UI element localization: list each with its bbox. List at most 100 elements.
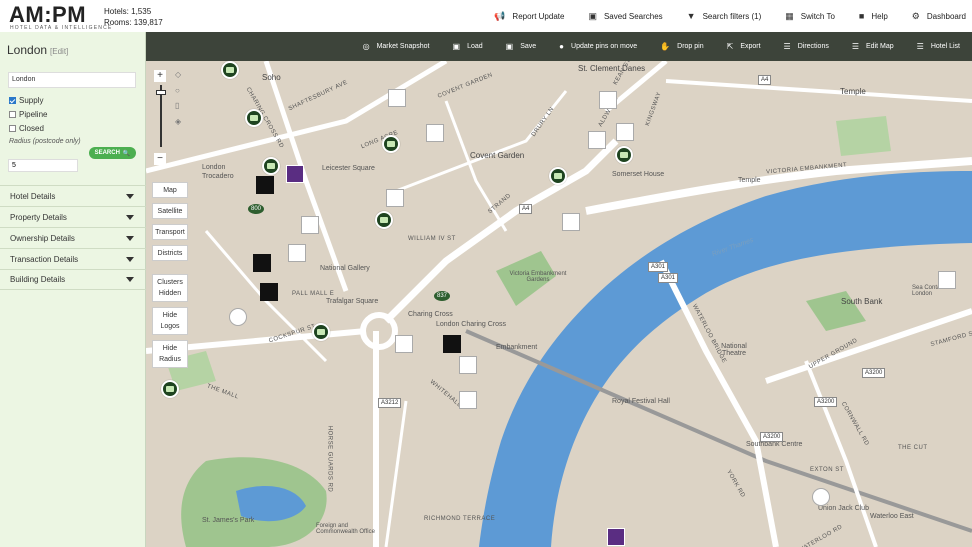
checkbox-checked[interactable] [9, 97, 16, 104]
hotel-logo-marker[interactable] [812, 488, 830, 506]
switch-to-link[interactable]: ▦ Switch To [785, 11, 835, 22]
search-button[interactable]: SEARCH 🔍 [89, 147, 136, 159]
radius-input[interactable]: 5 [8, 159, 78, 172]
road-shield: A3200 [760, 432, 784, 442]
road-shield: A4 [758, 75, 772, 85]
hotel-logo-marker[interactable] [229, 308, 247, 326]
hotel-details-section[interactable]: Hotel Details [0, 185, 146, 206]
hotels-count: Hotels: 1,535 [104, 7, 152, 16]
hotel-logo-marker[interactable] [607, 528, 625, 546]
fill-tool-icon[interactable]: ◈ [175, 117, 185, 126]
hotel-logo-marker[interactable] [253, 254, 271, 272]
ownership-details-section[interactable]: Ownership Details [0, 227, 146, 248]
transaction-details-section[interactable]: Transaction Details [0, 248, 146, 269]
hotel-logo-marker[interactable] [459, 391, 477, 409]
load-button[interactable]: ▣ Load [453, 42, 483, 51]
hotel-logo-marker[interactable] [562, 213, 580, 231]
saved-searches-link[interactable]: ▣ Saved Searches [588, 11, 662, 22]
hotel-marker[interactable] [262, 157, 280, 175]
dashboard-label: Dashboard [926, 11, 966, 21]
hotel-logo-marker[interactable] [459, 356, 477, 374]
hotel-logo-marker[interactable] [426, 124, 444, 142]
supply-checkbox[interactable]: Supply [9, 96, 43, 105]
search-filters-label: Search filters (1) [702, 11, 762, 21]
hotel-marker[interactable] [312, 323, 330, 341]
hotel-logo-marker[interactable] [260, 283, 278, 301]
report-update-link[interactable]: 📢 Report Update [494, 11, 564, 22]
market-snapshot-button[interactable]: ◎ Market Snapshot [363, 42, 430, 51]
hide-logos-button[interactable]: Hide Logos [152, 307, 188, 335]
hotel-logo-marker[interactable] [288, 244, 306, 262]
drop-pin-label: Drop pin [677, 43, 704, 50]
hotel-logo-marker[interactable] [395, 335, 413, 353]
export-icon: ⇱ [726, 42, 734, 51]
hotel-logo-marker[interactable] [443, 335, 461, 353]
map-toolbar: ◎ Market Snapshot ▣ Load ▣ Save ● Update pin… [146, 32, 972, 61]
directions-button[interactable]: ☰ Directions [784, 42, 829, 51]
hotel-logo-marker[interactable] [301, 216, 319, 234]
hotel-marker[interactable] [549, 167, 567, 185]
rectangle-tool-icon[interactable]: ▯ [175, 101, 185, 110]
report-update-label: Report Update [512, 11, 565, 21]
update-pins-button[interactable]: ● Update pins on move [559, 42, 637, 51]
zoom-slider-thumb[interactable] [156, 90, 166, 95]
clusters-toggle-button[interactable]: Clusters Hidden [152, 274, 188, 302]
help-link[interactable]: ■ Help [859, 11, 888, 21]
lasso-icon[interactable]: ◇ [175, 70, 185, 79]
zoom-in-button[interactable]: + [154, 70, 166, 82]
hotel-logo-marker[interactable] [286, 165, 304, 183]
map-label: Trafalgar Square [326, 298, 379, 305]
hotel-logo-marker[interactable] [386, 189, 404, 207]
map-label: London Charing Cross [436, 321, 507, 328]
menu-icon: ☰ [916, 42, 924, 51]
app-logo[interactable]: AM:PM [9, 4, 86, 26]
zoom-out-button[interactable]: − [154, 153, 166, 165]
rooms-count: Rooms: 139,817 [104, 18, 163, 27]
hotel-marker[interactable] [615, 146, 633, 164]
hotel-marker[interactable] [245, 109, 263, 127]
hotel-logo-marker[interactable] [616, 123, 634, 141]
checkbox-unchecked[interactable] [9, 125, 16, 132]
hotel-logo-marker[interactable] [388, 89, 406, 107]
building-details-section[interactable]: Building Details [0, 269, 146, 290]
target-icon: ◎ [362, 42, 370, 51]
map-layer-button[interactable]: Map [152, 182, 188, 198]
search-filters-link[interactable]: ▼ Search filters (1) [687, 11, 762, 21]
hide-radius-button[interactable]: Hide Radius [152, 340, 188, 368]
hotel-logo-marker[interactable] [599, 91, 617, 109]
districts-layer-button[interactable]: Districts [152, 245, 188, 261]
caret-down-icon [126, 193, 134, 199]
circle-tool-icon[interactable]: ○ [175, 86, 185, 95]
checkbox-unchecked[interactable] [9, 111, 16, 118]
map-canvas[interactable]: Soho Covent Garden Temple St. Clement Da… [146, 61, 972, 547]
dashboard-link[interactable]: ⚙ Dashboard [912, 11, 966, 22]
hotel-marker[interactable] [161, 380, 179, 398]
closed-checkbox[interactable]: Closed [9, 124, 44, 133]
hotel-logo-marker[interactable] [938, 271, 956, 289]
edit-link[interactable]: [Edit] [50, 47, 68, 56]
road-label: RICHMOND TERRACE [424, 516, 496, 522]
hotel-marker[interactable] [375, 211, 393, 229]
edit-map-button[interactable]: ☰ Edit Map [852, 42, 894, 51]
satellite-layer-button[interactable]: Satellite [152, 203, 188, 219]
drop-pin-button[interactable]: ✋ Drop pin [660, 42, 703, 51]
transport-layer-button[interactable]: Transport [152, 224, 188, 240]
directions-label: Directions [797, 43, 829, 50]
property-details-section[interactable]: Property Details [0, 206, 146, 227]
save-icon: ▣ [505, 42, 514, 51]
search-icon: 🔍 [122, 150, 131, 157]
map-label: Soho [262, 73, 281, 82]
hotel-logo-marker[interactable] [588, 131, 606, 149]
export-label: Export [740, 43, 761, 50]
pipeline-checkbox[interactable]: Pipeline [9, 110, 47, 119]
hotel-list-button[interactable]: ☰ Hotel List [917, 42, 960, 51]
hotel-marker[interactable] [382, 135, 400, 153]
save-button[interactable]: ▣ Save [506, 42, 537, 51]
hotel-marker[interactable] [221, 61, 239, 79]
export-button[interactable]: ⇱ Export [727, 42, 761, 51]
pin-icon: ● [559, 42, 565, 51]
road-shield: A301 [648, 262, 669, 272]
map-label: National Gallery [320, 265, 370, 272]
hotel-logo-marker[interactable] [256, 176, 274, 194]
location-search-input[interactable]: London [8, 72, 136, 88]
